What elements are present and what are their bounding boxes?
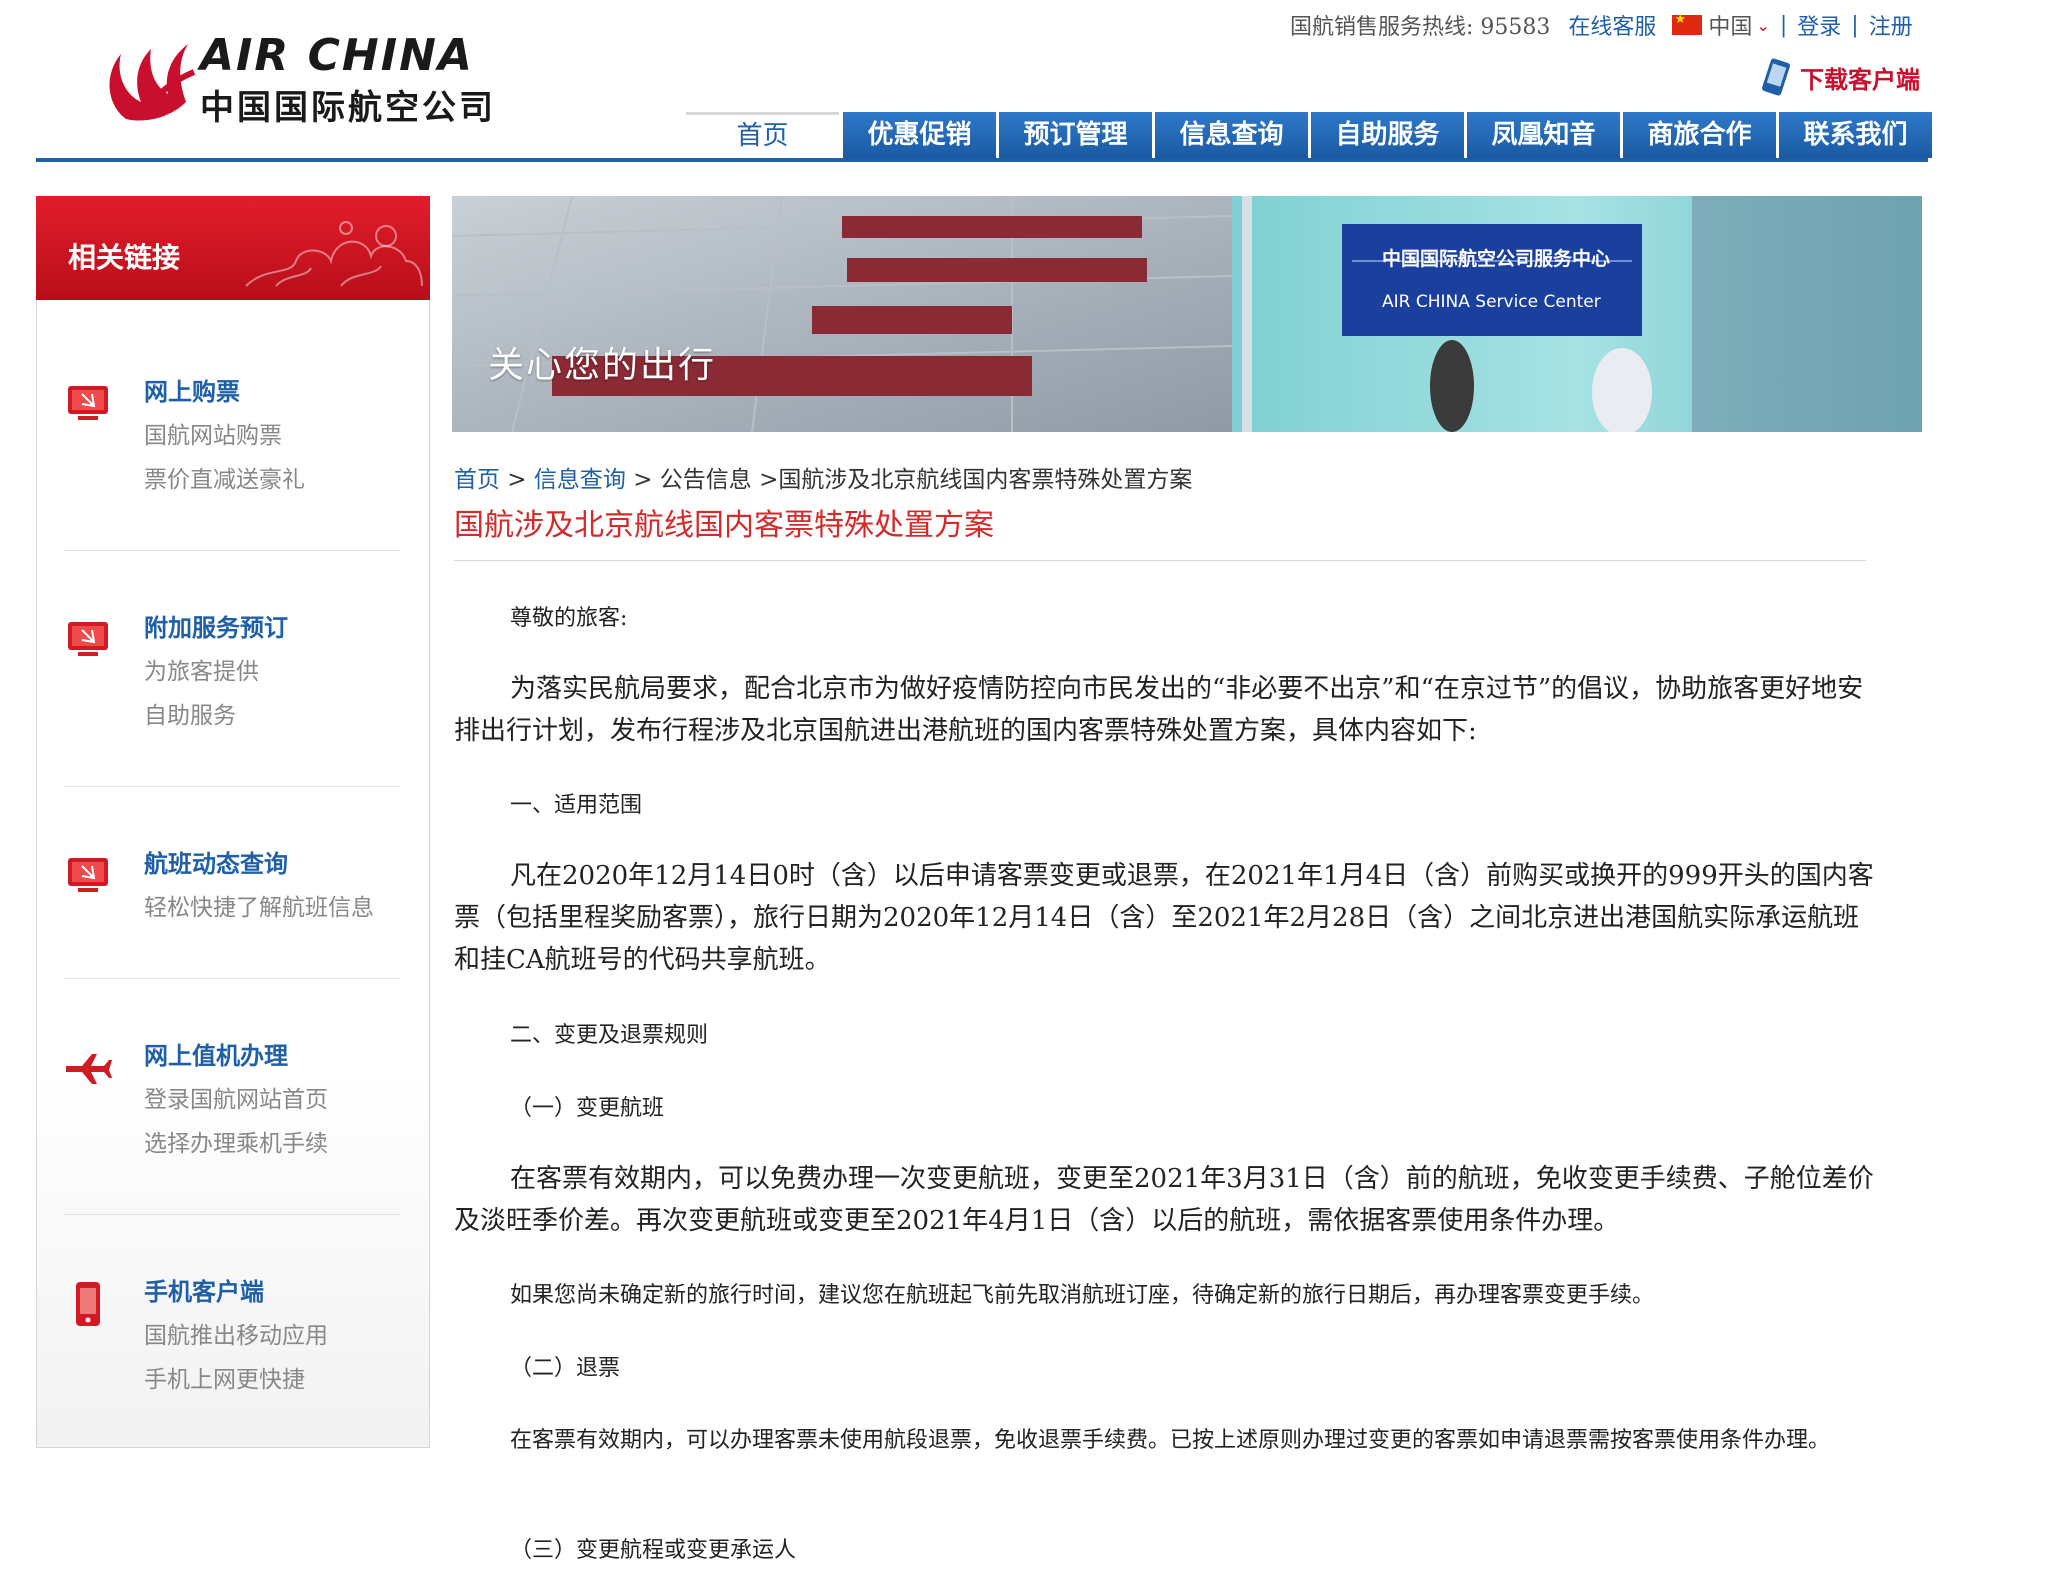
online-service-link[interactable]: 在线客服: [1568, 9, 1656, 41]
subsection-heading: （三）变更航程或变更承运人: [510, 1538, 797, 1563]
sidebar-item-desc: 手机上网更快捷: [144, 1367, 305, 1393]
subsection-heading: （二）退票: [510, 1356, 621, 1381]
tab-information[interactable]: 信息查询: [1155, 112, 1308, 158]
airport-hall-image: [452, 196, 1922, 432]
sidebar-item-title[interactable]: 手机客户端: [144, 1272, 264, 1307]
sidebar-divider: [64, 550, 400, 551]
breadcrumb-separator: > 公告信息 >: [625, 467, 779, 493]
sidebar-divider: [64, 978, 400, 979]
tab-business-cooperation[interactable]: 商旅合作: [1623, 112, 1776, 158]
main-navigation: 首页 优惠促销 预订管理 信息查询 自助服务 凤凰知音 商旅合作 联系我们: [0, 112, 1932, 162]
monitor-icon: [68, 622, 108, 656]
service-center-sign-cn: 中国国际航空公司服务中心: [1382, 248, 1611, 270]
breadcrumb: 首页 > 信息查询 > 公告信息 >国航涉及北京航线国内客票特殊处置方案: [454, 460, 1192, 494]
section-heading: 一、适用范围: [510, 793, 643, 818]
sidebar-item-desc: 轻松快捷了解航班信息: [144, 895, 374, 921]
service-center-banner: 关心您的出行 中国国际航空公司服务中心 AIR CHINA Service Ce…: [452, 196, 1922, 432]
china-flag-icon: [1672, 12, 1703, 35]
download-label: 下载客户端: [1800, 64, 1920, 94]
nav-underline: [36, 158, 1928, 162]
monitor-icon: [68, 858, 108, 892]
sidebar-item-title[interactable]: 网上购票: [144, 372, 240, 407]
article-paragraph: 在客票有效期内，可以办理客票未使用航段退票，免收退票手续费。已按上述原则办理过变…: [510, 1428, 1831, 1453]
article-intro: 为落实民航局要求，配合北京市为做好疫情防控向市民发出的“非必要不出京”和“在京过…: [454, 674, 1864, 746]
article-paragraph: 凡在2020年12月14日0时（含）以后申请客票变更或退票，在2021年1月4日…: [454, 861, 1874, 975]
chevron-down-icon[interactable]: ⌄: [1756, 16, 1769, 35]
service-center-sign-en: AIR CHINA Service Center: [1382, 292, 1601, 312]
breadcrumb-info[interactable]: 信息查询: [534, 467, 626, 493]
separator: |: [1851, 12, 1859, 38]
breadcrumb-current: 国航涉及北京航线国内客票特殊处置方案: [778, 467, 1193, 493]
mobile-phone-icon: [1762, 58, 1790, 96]
tab-home[interactable]: 首页: [686, 112, 839, 158]
article-paragraph: 在客票有效期内，可以免费办理一次变更航班，变更至2021年3月31日（含）前的航…: [454, 1164, 1874, 1236]
section-heading: 二、变更及退票规则: [510, 1023, 709, 1048]
sales-hotline: 国航销售服务热线: 95583: [1290, 15, 1551, 40]
sidebar-item-desc: 自助服务: [144, 703, 236, 729]
tab-contact-us[interactable]: 联系我们: [1779, 112, 1932, 158]
top-utility-bar: 国航销售服务热线: 95583 在线客服 中国 ⌄ | 登录 | 注册: [1290, 10, 1913, 40]
sidebar-item-desc: 票价直减送豪礼: [144, 467, 305, 493]
sidebar-item-desc: 登录国航网站首页: [144, 1087, 328, 1113]
tab-booking-management[interactable]: 预订管理: [999, 112, 1152, 158]
airplane-icon: [66, 1054, 112, 1084]
tab-promotions[interactable]: 优惠促销: [843, 112, 996, 158]
separator: |: [1779, 12, 1788, 38]
sidebar-item-title[interactable]: 网上值机办理: [144, 1036, 288, 1071]
title-divider: [454, 560, 1866, 561]
article-paragraph: 如果您尚未确定新的旅行时间，建议您在航班起飞前先取消航班订座，待确定新的旅行日期…: [510, 1283, 1655, 1308]
breadcrumb-home[interactable]: 首页: [454, 467, 500, 493]
article-title: 国航涉及北京航线国内客票特殊处置方案: [454, 508, 994, 543]
mobile-phone-icon: [76, 1282, 100, 1326]
monitor-icon: [68, 386, 108, 420]
region-selector[interactable]: 中国: [1708, 9, 1752, 41]
sidebar-item-title[interactable]: 航班动态查询: [144, 844, 288, 879]
download-app-link[interactable]: 下载客户端: [1760, 56, 1920, 98]
banner-caption: 关心您的出行: [488, 345, 717, 386]
sidebar-item-desc: 为旅客提供: [144, 659, 259, 685]
sidebar-item-title[interactable]: 附加服务预订: [144, 608, 288, 643]
tab-phoenix-miles[interactable]: 凤凰知音: [1467, 112, 1620, 158]
sidebar-item-desc: 选择办理乘机手续: [144, 1131, 328, 1157]
tab-self-service[interactable]: 自助服务: [1311, 112, 1464, 158]
sidebar-item-desc: 国航推出移动应用: [144, 1323, 328, 1349]
cloud-pattern-icon: [245, 221, 423, 287]
sidebar-heading: 相关链接: [68, 241, 181, 274]
sidebar-divider: [64, 1214, 400, 1215]
login-link[interactable]: 登录: [1797, 9, 1841, 41]
register-link[interactable]: 注册: [1869, 9, 1913, 41]
sidebar-item-desc: 国航网站购票: [144, 423, 282, 449]
brand-name-en: AIR CHINA: [200, 30, 474, 81]
breadcrumb-separator: >: [500, 467, 534, 493]
article-greeting: 尊敬的旅客:: [510, 606, 628, 631]
subsection-heading: （一）变更航班: [510, 1096, 665, 1121]
sidebar-divider: [64, 786, 400, 787]
sidebar-header: 相关链接: [36, 196, 430, 300]
